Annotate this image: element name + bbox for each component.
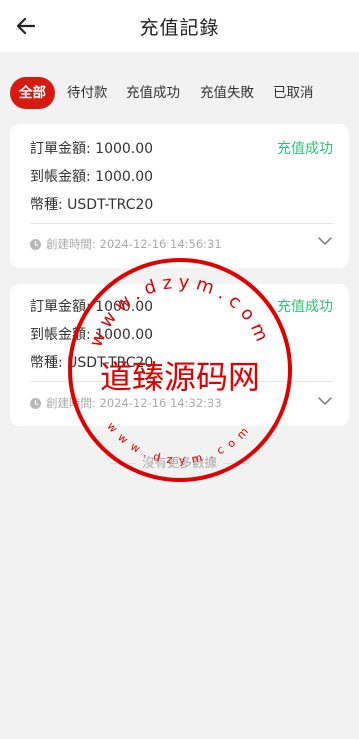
- order-amount: 訂單金額: 1000.00: [30, 299, 154, 315]
- status-badge: 充值成功: [277, 299, 333, 315]
- tab-pending[interactable]: 待付款: [67, 77, 108, 109]
- divider: [30, 381, 333, 382]
- created-time: 創建時間: 2024-12-16 14:56:31: [46, 237, 222, 251]
- app-header: 充值記錄: [0, 0, 359, 52]
- clock-icon: [30, 397, 41, 409]
- record-card[interactable]: 訂單金額: 1000.00 充值成功 到帳金額: 1000.00 幣種: USD…: [10, 124, 349, 268]
- currency: 幣種: USDT-TRC20: [30, 355, 154, 371]
- tab-success[interactable]: 充值成功: [126, 77, 180, 109]
- received-amount: 到帳金額: 1000.00: [30, 169, 154, 185]
- received-amount: 到帳金額: 1000.00: [30, 327, 154, 343]
- no-more-label: 沒有更多數據: [141, 455, 217, 470]
- clock-icon: [30, 238, 41, 250]
- chevron-down-icon[interactable]: [317, 396, 333, 406]
- tab-cancelled[interactable]: 已取消: [273, 77, 314, 109]
- status-tabs: 全部 待付款 充值成功 充值失敗 已取消: [10, 77, 355, 109]
- chevron-down-icon[interactable]: [317, 236, 333, 246]
- record-card[interactable]: 訂單金額: 1000.00 充值成功 到帳金額: 1000.00 幣種: USD…: [10, 284, 349, 426]
- order-amount: 訂單金額: 1000.00: [30, 141, 154, 157]
- created-time: 創建時間: 2024-12-16 14:32:33: [46, 396, 222, 410]
- divider: [223, 463, 249, 464]
- currency: 幣種: USDT-TRC20: [30, 197, 154, 213]
- created-time-row: 創建時間: 2024-12-16 14:56:31: [30, 236, 222, 252]
- page-title: 充值記錄: [139, 17, 220, 39]
- tab-failed[interactable]: 充值失敗: [200, 77, 254, 109]
- tab-all[interactable]: 全部: [10, 77, 55, 109]
- divider: [30, 223, 333, 224]
- no-more-data: 沒有更多數據: [0, 452, 359, 471]
- divider: [109, 463, 136, 464]
- created-time-row: 創建時間: 2024-12-16 14:32:33: [30, 395, 222, 411]
- status-badge: 充值成功: [277, 141, 333, 157]
